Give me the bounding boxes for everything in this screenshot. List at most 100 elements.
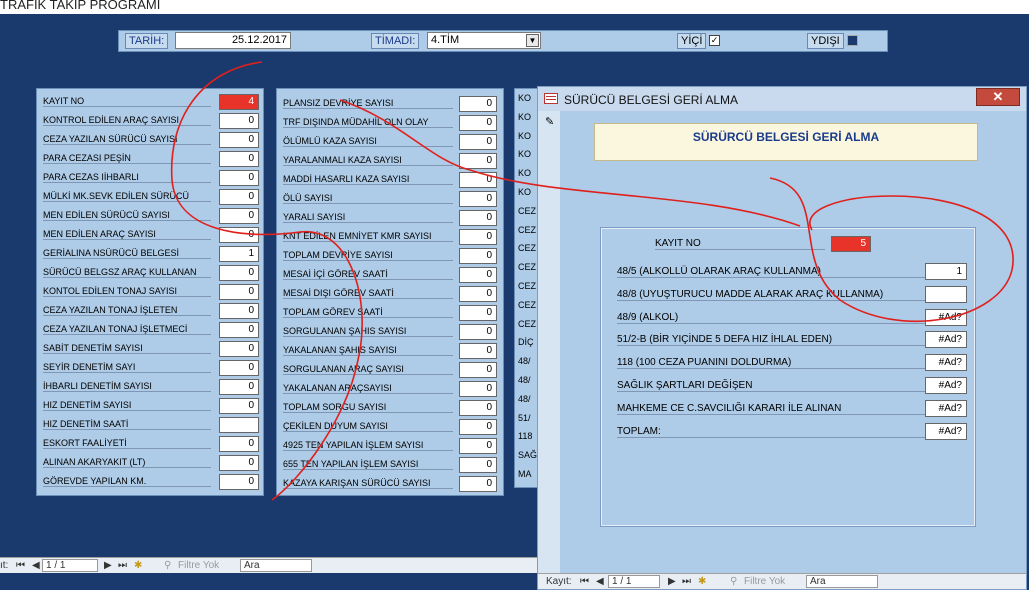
left-stat-row-value[interactable]: 0: [219, 474, 259, 490]
mid-stat-row-value[interactable]: 0: [459, 419, 497, 435]
dlg-nav-filter-label[interactable]: Filtre Yok: [744, 576, 785, 587]
nav-first-icon[interactable]: ⏮: [16, 560, 25, 571]
mid-stat-row: KNT EDİLEN EMNİYET KMR SAYISI 0: [277, 227, 503, 246]
nav-search-input[interactable]: Ara: [240, 559, 312, 572]
mid-stat-row-value[interactable]: 0: [459, 210, 497, 226]
mid-stat-row-label: SORGULANAN ARAÇ SAYISI: [283, 364, 453, 375]
left-stat-row: CEZA YAZILAN SÜRÜCÜ SAYISI 0: [37, 130, 263, 149]
mid-stat-row-value[interactable]: 0: [459, 267, 497, 283]
license-reason-value[interactable]: #Ad?: [925, 422, 967, 440]
mid-stat-row-value[interactable]: 0: [459, 400, 497, 416]
nav-position-input[interactable]: 1 / 1: [42, 559, 98, 572]
license-reason-value[interactable]: #Ad?: [925, 377, 967, 394]
dlg-nav-first-icon[interactable]: ⏮: [580, 576, 589, 587]
nav-new-record-icon[interactable]: ✱: [134, 560, 142, 571]
mid-stat-row-value[interactable]: 0: [459, 476, 497, 492]
license-reason-value[interactable]: #Ad?: [925, 399, 967, 417]
left-stat-row-value[interactable]: 0: [219, 322, 259, 338]
inside-checkbox[interactable]: ✓: [709, 35, 720, 46]
record-no-field[interactable]: 5: [831, 236, 871, 252]
dlg-filter-icon[interactable]: ⚲: [730, 576, 737, 587]
license-reason-value[interactable]: 1: [925, 263, 967, 280]
left-stat-row-value[interactable]: 0: [219, 170, 259, 186]
left-stat-row-label: CEZA YAZILAN TONAJ İŞLETEN: [43, 305, 211, 316]
mid-stat-row-value[interactable]: 0: [459, 438, 497, 454]
mid-stat-row: YARALANMALI KAZA SAYISI 0: [277, 151, 503, 170]
left-stat-row-value[interactable]: 0: [219, 265, 259, 281]
left-stat-row-value[interactable]: [219, 417, 259, 433]
left-stat-row-value[interactable]: 0: [219, 379, 259, 395]
left-stat-row-value[interactable]: 0: [219, 398, 259, 414]
left-stat-row: GERİALINA NSÜRÜCÜ BELGESİ 1: [37, 244, 263, 263]
mid-stat-row-value[interactable]: 0: [459, 134, 497, 150]
close-button[interactable]: ✕: [976, 88, 1020, 106]
date-input[interactable]: 25.12.2017: [175, 32, 291, 49]
mid-stat-row-value[interactable]: 0: [459, 305, 497, 321]
nav-filter-label[interactable]: Filtre Yok: [178, 560, 219, 571]
outside-checkbox[interactable]: [847, 35, 858, 46]
left-stat-row-value[interactable]: 0: [219, 208, 259, 224]
mid-stat-row: TOPLAM DEVRİYE SAYISI 0: [277, 246, 503, 265]
mid-stat-row: MESAİ DIŞI GÖREV SAATİ 0: [277, 284, 503, 303]
dlg-nav-last-icon[interactable]: ⏭: [682, 576, 691, 587]
chevron-down-icon[interactable]: ▼: [526, 34, 539, 47]
left-stat-row-value[interactable]: 0: [219, 284, 259, 300]
left-stat-row: KONTROL EDİLEN ARAÇ SAYISI 0: [37, 111, 263, 130]
mid-stat-row-value[interactable]: 0: [459, 153, 497, 169]
dlg-nav-next-icon[interactable]: ▶: [668, 576, 676, 587]
mid-stat-row-value[interactable]: 0: [459, 286, 497, 302]
left-stat-row-value[interactable]: 4: [219, 94, 259, 110]
left-stat-row-value[interactable]: 0: [219, 151, 259, 167]
license-reason-label: 48/9 (ALKOL): [617, 312, 925, 324]
pencil-icon: ✎: [545, 116, 555, 128]
peek-panel-label: KO: [518, 93, 532, 103]
left-stat-row-value[interactable]: 0: [219, 189, 259, 205]
left-stat-row-value[interactable]: 1: [219, 246, 259, 262]
mid-stat-row-label: TOPLAM GÖREV SAATİ: [283, 307, 453, 318]
filter-icon[interactable]: ⚲: [164, 560, 171, 571]
dlg-nav-search-input[interactable]: Ara: [806, 575, 878, 588]
left-stat-row-value[interactable]: 0: [219, 132, 259, 148]
mid-stat-row-label: ÇEKİLEN DUYUM SAYISI: [283, 421, 453, 432]
mid-stat-row-value[interactable]: 0: [459, 191, 497, 207]
dlg-nav-prev-icon[interactable]: ◀: [596, 576, 604, 587]
left-stat-row-value[interactable]: 0: [219, 455, 259, 471]
left-stat-row-value[interactable]: 0: [219, 436, 259, 452]
mid-stat-row-value[interactable]: 0: [459, 172, 497, 188]
left-stat-row-value[interactable]: 0: [219, 341, 259, 357]
mid-stat-row-value[interactable]: 0: [459, 248, 497, 264]
left-stat-row-value[interactable]: 0: [219, 360, 259, 376]
license-reason-value[interactable]: [925, 285, 967, 303]
mid-stat-row-label: TOPLAM DEVRİYE SAYISI: [283, 250, 453, 261]
mid-stat-row: PLANSIZ DEVRİYE SAYISI 0: [277, 94, 503, 113]
mid-stat-row-label: ÖLÜMLÜ KAZA SAYISI: [283, 136, 453, 147]
license-reason-value[interactable]: #Ad?: [925, 308, 967, 326]
left-stat-row-value[interactable]: 0: [219, 303, 259, 319]
dlg-nav-new-record-icon[interactable]: ✱: [698, 576, 706, 587]
mid-stat-row-value[interactable]: 0: [459, 381, 497, 397]
license-reason-value[interactable]: #Ad?: [925, 331, 967, 349]
left-stat-row: SÜRÜCÜ BELGSZ ARAÇ KULLANAN 0: [37, 263, 263, 282]
mid-stat-row-value[interactable]: 0: [459, 229, 497, 245]
license-reason-row: SAĞLIK ŞARTLARI DEĞİŞEN #Ad?: [613, 376, 967, 396]
nav-prev-icon[interactable]: ◀: [32, 560, 40, 571]
mid-stat-row: KAZAYA KARIŞAN SÜRÜCÜ SAYISI 0: [277, 474, 503, 493]
peek-panel-label: KO: [518, 168, 532, 179]
team-select[interactable]: 4.TİM ▼: [427, 32, 541, 49]
left-stat-row-value[interactable]: 0: [219, 227, 259, 243]
mid-stat-row-value[interactable]: 0: [459, 115, 497, 131]
mid-stat-row-value[interactable]: 0: [459, 457, 497, 473]
license-reason-value[interactable]: #Ad?: [925, 354, 967, 372]
mid-stat-row-label: YARALANMALI KAZA SAYISI: [283, 155, 453, 166]
dlg-nav-position-input[interactable]: 1 / 1: [608, 575, 660, 588]
mid-stat-row-label: YAKALANAN ARAÇSAYISI: [283, 383, 453, 394]
mid-stat-row-value[interactable]: 0: [459, 96, 497, 112]
mid-stat-row-value[interactable]: 0: [459, 362, 497, 378]
nav-last-icon[interactable]: ⏭: [118, 560, 127, 571]
nav-next-icon[interactable]: ▶: [104, 560, 112, 571]
mid-stat-row-value[interactable]: 0: [459, 324, 497, 340]
team-select-value: 4.TİM: [431, 34, 460, 46]
mid-stat-row-value[interactable]: 0: [459, 343, 497, 359]
left-stat-row-value[interactable]: 0: [219, 113, 259, 129]
license-reason-label: 48/5 (ALKOLLÜ OLARAK ARAÇ KULLANMA): [617, 266, 925, 278]
